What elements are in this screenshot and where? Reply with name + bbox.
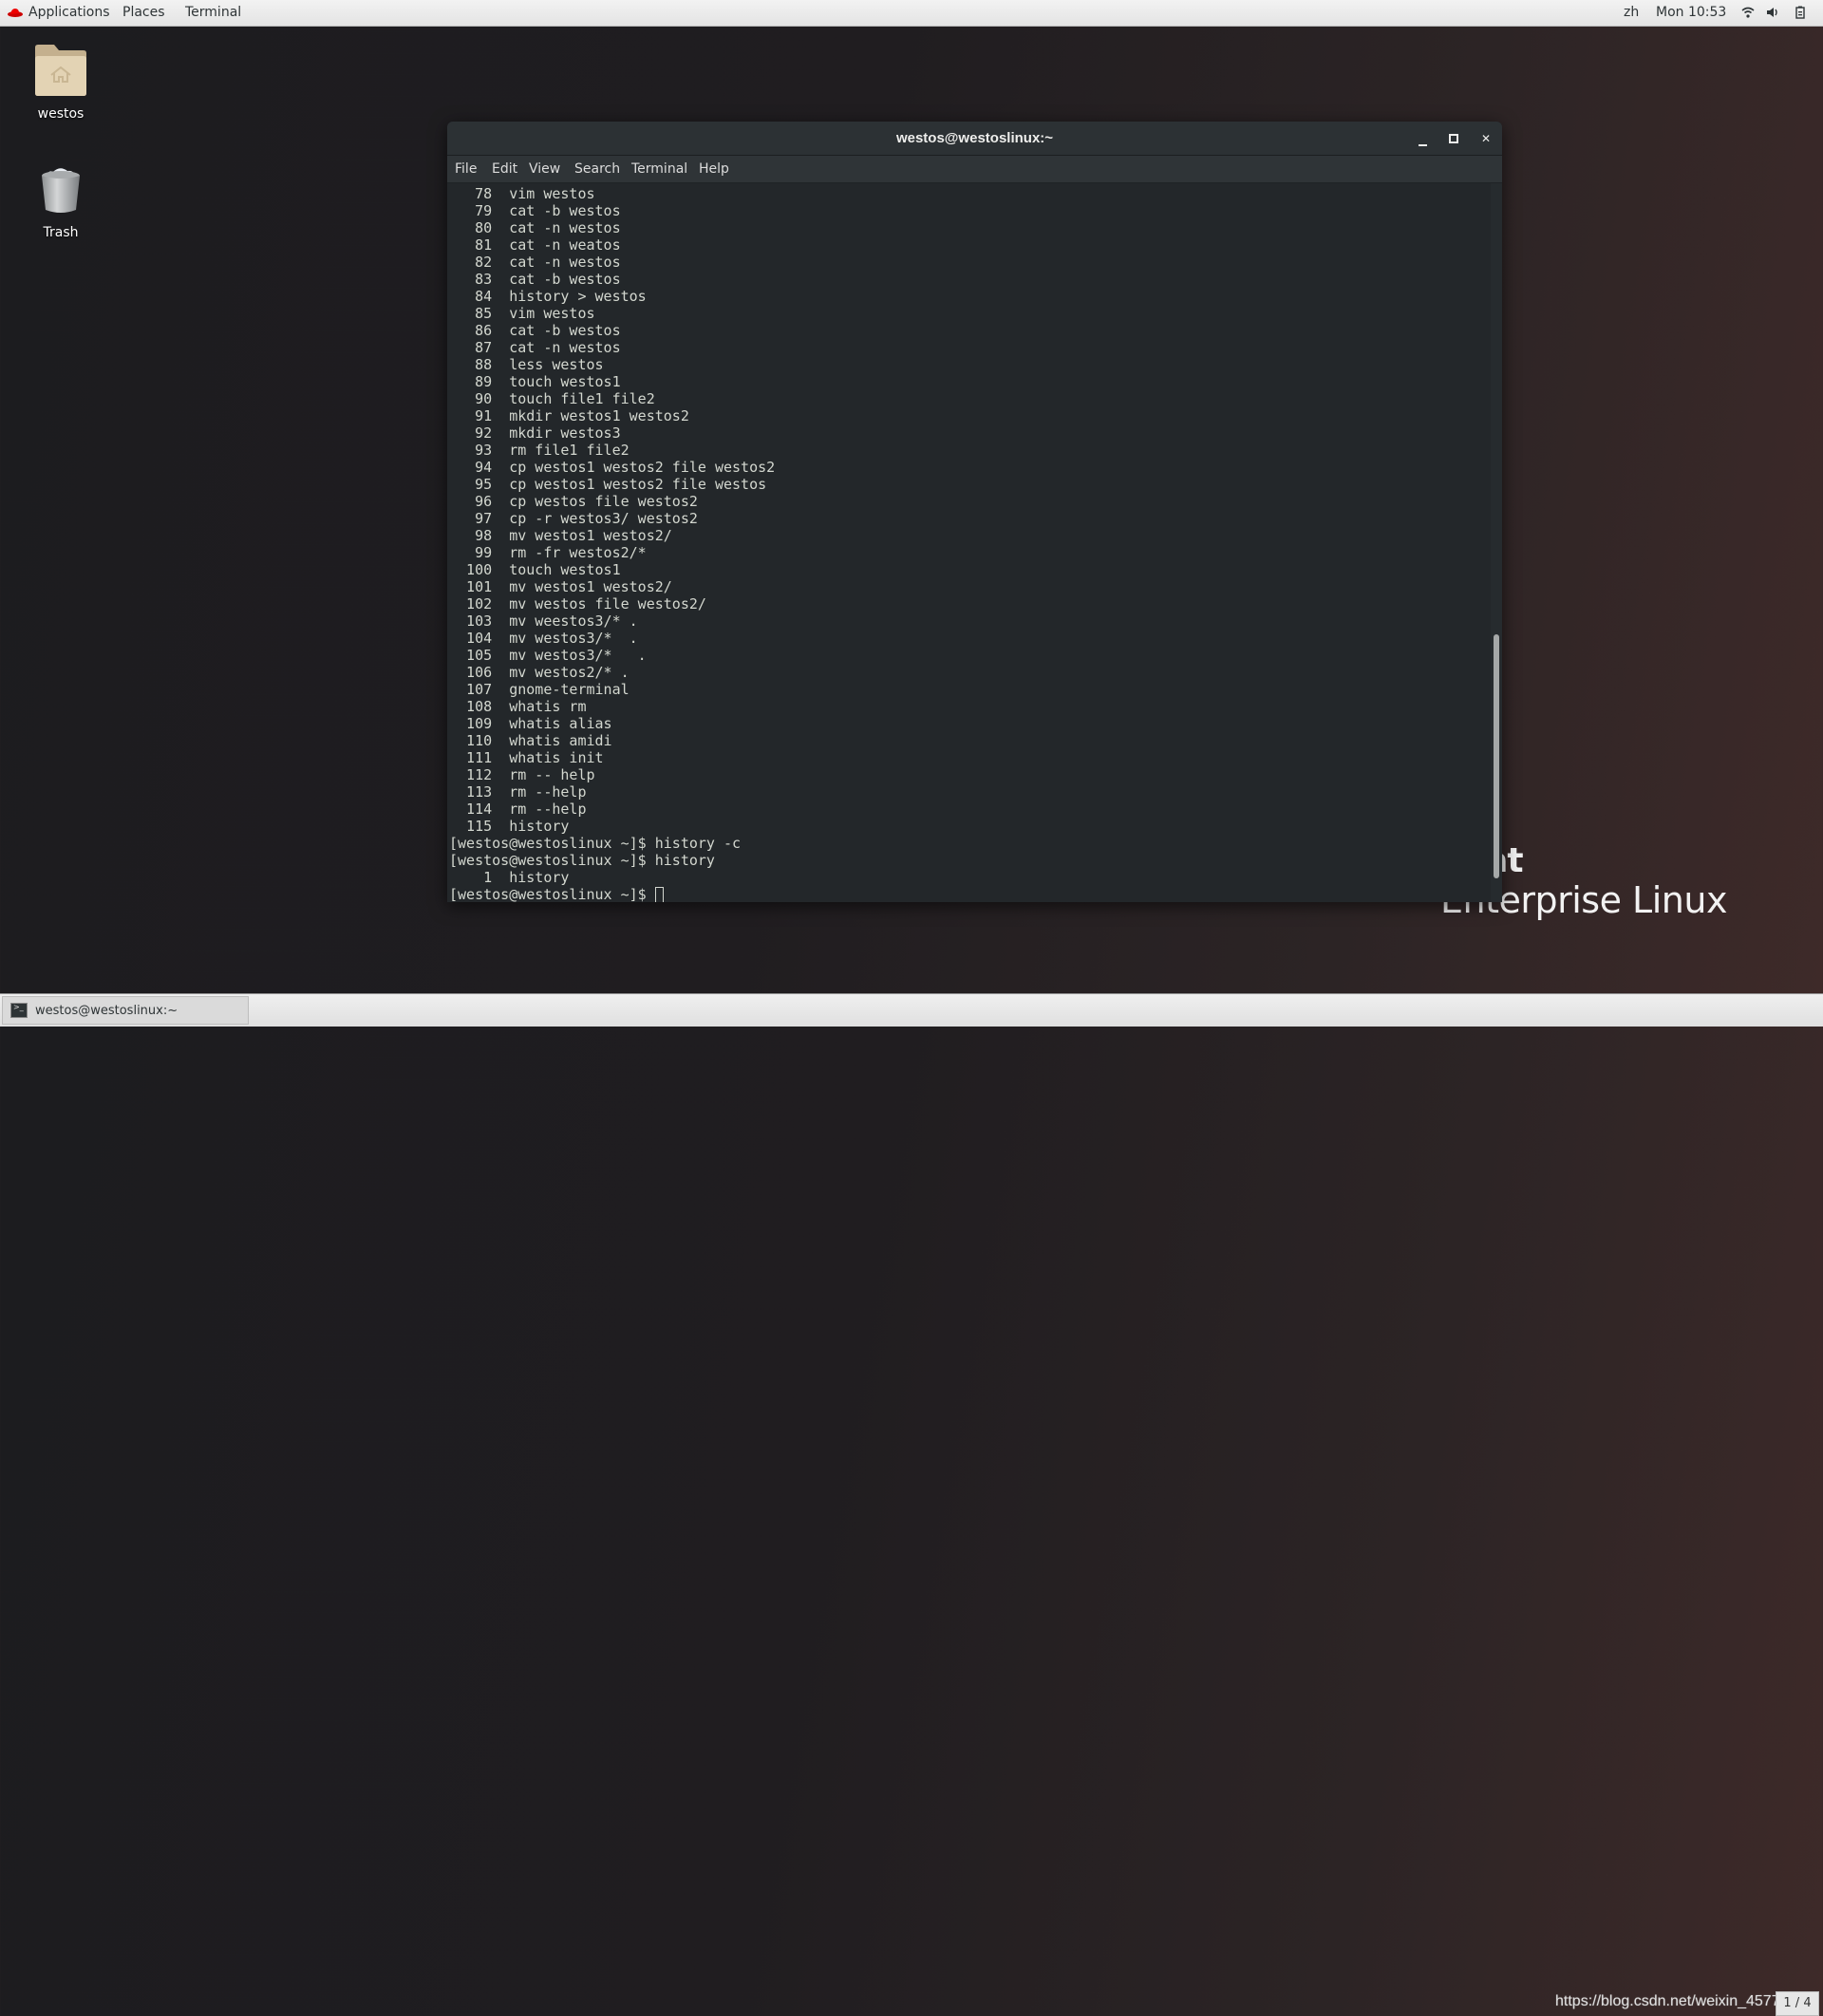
terminal-line: 98 mv westos1 westos2/: [449, 527, 672, 544]
terminal-line: 82 cat -n westos: [449, 254, 621, 271]
terminal-line: 84 history > westos: [449, 288, 647, 305]
terminal-line: 79 cat -b westos: [449, 202, 621, 219]
terminal-line: 109 whatis alias: [449, 715, 612, 732]
menu-view[interactable]: View: [529, 161, 560, 177]
minimize-button[interactable]: [1413, 129, 1432, 148]
terminal-line: 83 cat -b westos: [449, 271, 621, 288]
clock[interactable]: Mon 10:53: [1656, 5, 1726, 20]
home-folder-icon: [35, 45, 86, 96]
terminal-window[interactable]: westos@westoslinux:~ ✕ File Edit View Se…: [447, 122, 1502, 902]
applications-menu[interactable]: Applications: [28, 5, 110, 20]
terminal-line: 96 cp westos file westos2: [449, 493, 698, 510]
terminal-line: 115 history: [449, 818, 570, 835]
terminal-line: 91 mkdir westos1 westos2: [449, 407, 689, 424]
terminal-line: 112 rm -- help: [449, 766, 595, 783]
desktop-icon-trash[interactable]: Trash: [13, 166, 108, 240]
bottom-taskbar: >_ westos@westoslinux:~ https://blog.csd…: [0, 993, 1823, 2016]
maximize-icon: [1449, 134, 1458, 143]
terminal-line: [westos@westoslinux ~]$ history: [449, 852, 715, 869]
redhat-logo-icon[interactable]: [8, 8, 23, 17]
terminal-line: 97 cp -r westos3/ westos2: [449, 510, 698, 527]
taskbar-window-button[interactable]: >_ westos@westoslinux:~: [2, 996, 249, 1025]
terminal-line: 1 history: [449, 869, 570, 886]
terminal-line: 99 rm -fr westos2/*: [449, 544, 647, 561]
close-button[interactable]: ✕: [1476, 129, 1495, 148]
terminal-line: 103 mv weestos3/* .: [449, 612, 638, 630]
prompt-line[interactable]: [westos@westoslinux ~]$: [449, 886, 1491, 902]
terminal-line: 87 cat -n westos: [449, 339, 621, 356]
terminal-line: 78 vim westos: [449, 185, 595, 202]
menu-bar: File Edit View Search Terminal Help: [447, 156, 1502, 183]
terminal-line: 80 cat -n westos: [449, 219, 621, 236]
terminal-line: 114 rm --help: [449, 801, 587, 818]
close-icon: ✕: [1480, 132, 1492, 145]
terminal-line: 89 touch westos1: [449, 373, 621, 390]
input-method-indicator[interactable]: zh: [1624, 5, 1639, 20]
terminal-app-menu[interactable]: Terminal: [185, 5, 241, 20]
scrollbar[interactable]: [1491, 183, 1502, 902]
terminal-line: 93 rm file1 file2: [449, 442, 630, 459]
menu-help[interactable]: Help: [699, 161, 729, 177]
terminal-line: 104 mv westos3/* .: [449, 630, 638, 647]
terminal-output[interactable]: 78 vim westos 79 cat -b westos 80 cat -n…: [449, 183, 1491, 902]
desktop-icon-label: Trash: [43, 225, 79, 240]
prompt-text: [westos@westoslinux ~]$: [449, 886, 655, 902]
terminal-line: 86 cat -b westos: [449, 322, 621, 339]
terminal-line: 105 mv westos3/* .: [449, 647, 647, 664]
menu-edit[interactable]: Edit: [492, 161, 517, 177]
taskbar-window-label: westos@westoslinux:~: [35, 1004, 179, 1018]
workspace-indicator[interactable]: 1 / 4: [1776, 1991, 1819, 2016]
terminal-line: 85 vim westos: [449, 305, 595, 322]
places-menu[interactable]: Places: [122, 5, 165, 20]
terminal-line: 100 touch westos1: [449, 561, 621, 578]
scrollbar-thumb[interactable]: [1494, 633, 1499, 878]
terminal-line: 108 whatis rm: [449, 698, 587, 715]
terminal-line: 102 mv westos file westos2/: [449, 595, 706, 612]
menu-terminal[interactable]: Terminal: [631, 161, 687, 177]
window-title: westos@westoslinux:~: [895, 130, 1054, 146]
desktop-icon-home[interactable]: westos: [13, 44, 108, 122]
window-titlebar[interactable]: westos@westoslinux:~ ✕: [447, 122, 1502, 156]
terminal-line: 81 cat -n weatos: [449, 236, 621, 254]
terminal-line: 101 mv westos1 westos2/: [449, 578, 672, 595]
terminal-line: 111 whatis init: [449, 749, 604, 766]
terminal-line: 106 mv westos2/* .: [449, 664, 630, 681]
top-bar: Applications Places Terminal zh Mon 10:5…: [0, 0, 1823, 27]
terminal-line: 95 cp westos1 westos2 file westos: [449, 476, 767, 493]
terminal-line: 107 gnome-terminal: [449, 681, 630, 698]
battery-icon[interactable]: [1794, 6, 1807, 19]
terminal-line: 92 mkdir westos3: [449, 424, 621, 442]
terminal-line: 94 cp westos1 westos2 file westos2: [449, 459, 776, 476]
text-cursor: [654, 887, 664, 902]
terminal-line: 113 rm --help: [449, 783, 587, 801]
terminal-line: [westos@westoslinux ~]$ history -c: [449, 835, 742, 852]
wifi-icon[interactable]: [1741, 6, 1755, 19]
menu-search[interactable]: Search: [574, 161, 620, 177]
minimize-icon: [1418, 144, 1427, 146]
menu-file[interactable]: File: [455, 161, 477, 177]
terminal-line: 90 touch file1 file2: [449, 390, 655, 407]
terminal-line: 110 whatis amidi: [449, 732, 612, 749]
desktop-icon-label: westos: [37, 106, 85, 122]
terminal-line: 88 less westos: [449, 356, 604, 373]
volume-icon[interactable]: [1766, 6, 1779, 19]
maximize-button[interactable]: [1444, 129, 1463, 148]
terminal-icon: >_: [10, 1003, 28, 1018]
trash-icon: [42, 168, 80, 213]
